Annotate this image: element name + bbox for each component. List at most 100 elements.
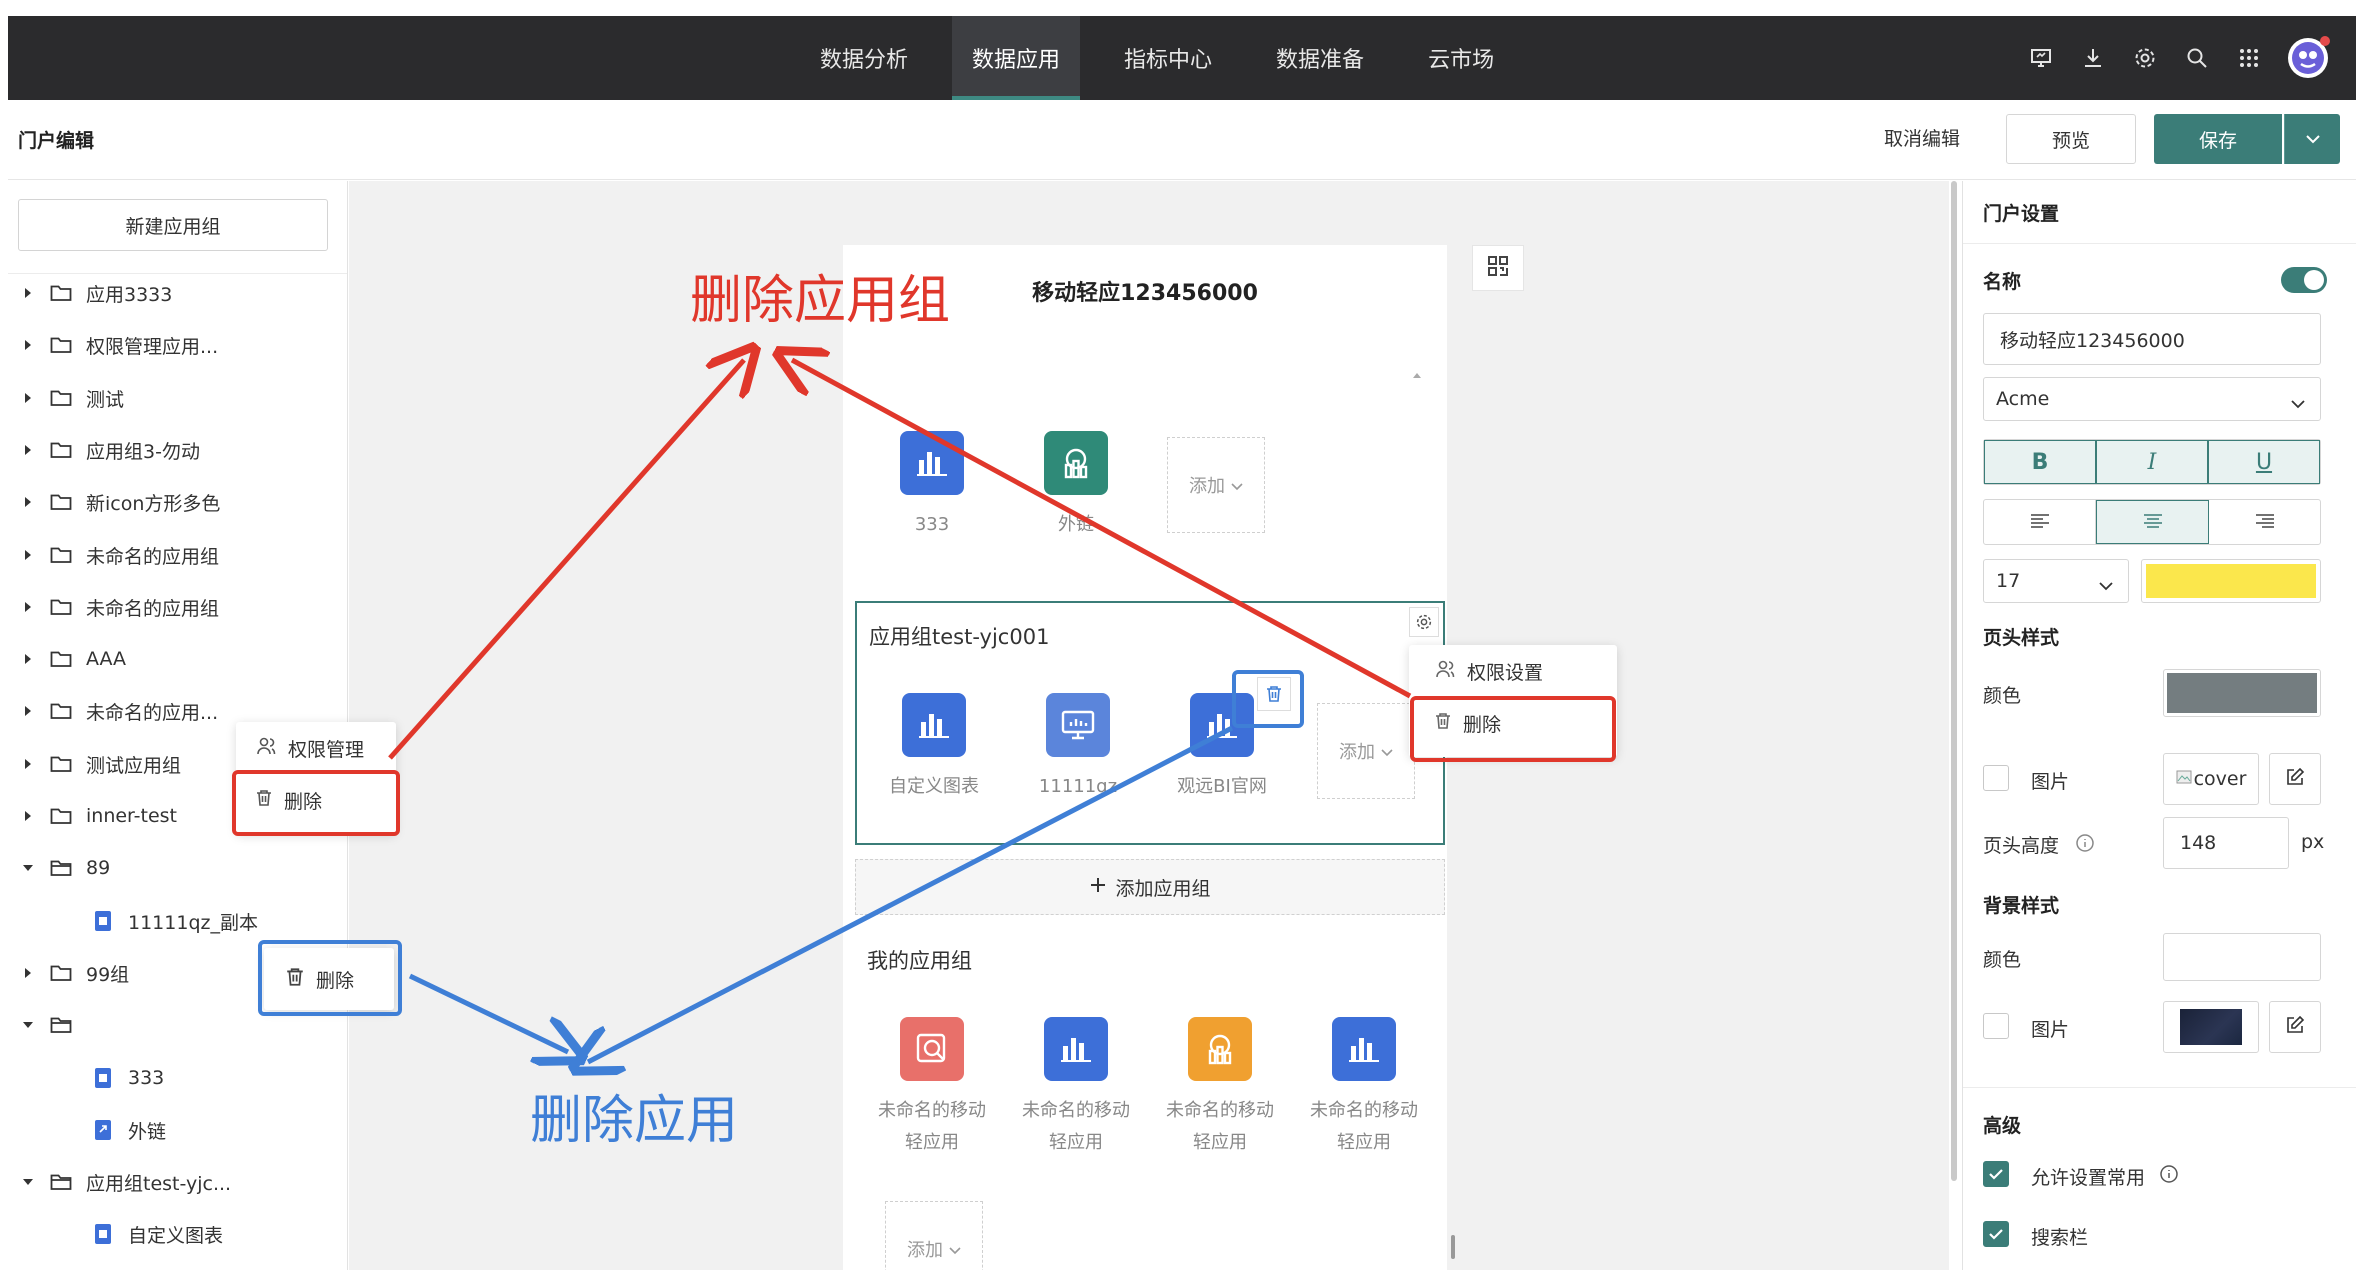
app-tile[interactable]: 外链 [1021, 431, 1131, 541]
tree-folder-item[interactable]: 未命名的应用组 [20, 587, 219, 627]
tree-app-item[interactable]: 外链 [94, 1110, 166, 1150]
tree-app-item[interactable]: 自定义图表 [94, 1214, 223, 1254]
tree-folder-item[interactable]: 99组 [20, 953, 129, 993]
tree-app-item[interactable]: 11111qz_副本 [94, 901, 258, 941]
app-tile[interactable]: 未命名的移动轻应用 [1165, 1017, 1275, 1159]
save-dropdown-button[interactable] [2284, 114, 2340, 164]
add-app-button[interactable]: 添加 [1167, 437, 1265, 533]
caret-right-icon[interactable] [20, 392, 36, 404]
font-size-select[interactable]: 17 [1983, 559, 2129, 603]
tree-folder-item[interactable]: 测试 [20, 378, 124, 418]
header-image-preview[interactable]: cover [2163, 753, 2259, 805]
tree-app-item[interactable]: 333 [94, 1058, 164, 1098]
nav-item-data-apps[interactable]: 数据应用 [952, 16, 1081, 100]
tree-folder-item[interactable]: 新icon方形多色 [20, 482, 220, 522]
app-tile[interactable]: 未命名的移动轻应用 [877, 1017, 987, 1159]
caret-down-icon[interactable] [20, 1020, 36, 1030]
bg-image-checkbox[interactable] [1983, 1013, 2009, 1039]
header-height-input[interactable]: 148 [2163, 817, 2289, 869]
caret-right-icon[interactable] [20, 758, 36, 770]
download-icon[interactable] [2080, 45, 2106, 71]
panel-scrollbar[interactable] [1951, 181, 1957, 1181]
caret-right-icon[interactable] [20, 705, 36, 717]
font-color-picker[interactable] [2141, 559, 2321, 603]
preview-button[interactable]: 预览 [2006, 114, 2136, 164]
edit-header-image-button[interactable] [2269, 753, 2321, 805]
collapse-caret-icon[interactable] [1411, 365, 1423, 384]
italic-button[interactable]: I [2096, 440, 2208, 484]
caret-right-icon[interactable] [20, 444, 36, 456]
qrcode-button[interactable] [1472, 245, 1524, 291]
folder-icon [50, 546, 72, 564]
permission-settings-item[interactable]: 权限设置 [1409, 645, 1617, 697]
app-tile[interactable]: 11111qz [1023, 693, 1133, 803]
tree-folder-item[interactable]: 应用3333 [20, 273, 172, 313]
bg-image-preview[interactable] [2163, 1001, 2259, 1053]
add-app-button[interactable]: 添加 [885, 1201, 983, 1270]
search-icon[interactable] [2184, 45, 2210, 71]
search-bar-label: 搜索栏 [2031, 1227, 2089, 1249]
align-right-button[interactable] [2209, 500, 2320, 544]
header-style-heading: 页头样式 [1983, 627, 2060, 649]
caret-right-icon[interactable] [20, 339, 36, 351]
canvas-scrollbar[interactable] [1451, 1235, 1455, 1259]
name-toggle[interactable] [2281, 267, 2327, 293]
app-tile[interactable]: 未命名的移动轻应用 [1309, 1017, 1419, 1159]
user-avatar[interactable] [2288, 36, 2330, 78]
header-color-picker[interactable] [2163, 669, 2321, 717]
align-left-button[interactable] [1984, 500, 2096, 544]
caret-down-icon[interactable] [20, 863, 36, 873]
tree-folder-item[interactable] [20, 1005, 86, 1045]
caret-right-icon[interactable] [20, 653, 36, 665]
permission-manage-item[interactable]: 权限管理 [236, 722, 396, 774]
tree-folder-item[interactable]: inner-test [20, 796, 177, 836]
caret-right-icon[interactable] [20, 496, 36, 508]
tree-folder-item[interactable]: 未命名的应用组 [20, 535, 219, 575]
underline-button[interactable]: U [2208, 440, 2320, 484]
nav-item-metrics-center[interactable]: 指标中心 [1104, 16, 1232, 100]
bg-color-picker[interactable] [2163, 933, 2321, 981]
cancel-edit-button[interactable]: 取消编辑 [1884, 124, 1960, 151]
tree-folder-item[interactable]: 权限管理应用... [20, 325, 218, 365]
tree-folder-item[interactable]: AAA [20, 639, 126, 679]
divider [1963, 243, 2356, 244]
tree-folder-item[interactable]: 未命名的应用... [20, 691, 218, 731]
nav-item-data-prep[interactable]: 数据准备 [1256, 16, 1384, 100]
font-select[interactable]: Acme [1983, 377, 2321, 421]
align-center-button[interactable] [2096, 500, 2209, 544]
screen-icon[interactable] [2028, 45, 2054, 71]
tree-folder-item[interactable]: 测试应用组 [20, 744, 181, 784]
app-tile[interactable]: 未命名的移动轻应用 [1021, 1017, 1131, 1159]
portal-name-input[interactable]: 移动轻应123456000 [1983, 313, 2321, 365]
apps-grid-icon[interactable] [2236, 45, 2262, 71]
tree-folder-item[interactable]: 应用组test-yjc... [20, 1162, 231, 1202]
gear-icon[interactable] [2132, 45, 2158, 71]
nav-item-cloud-market[interactable]: 云市场 [1408, 16, 1514, 100]
app-tile[interactable]: 自定义图表 [879, 693, 989, 803]
add-app-group-button[interactable]: 添加应用组 [855, 859, 1445, 915]
info-icon[interactable] [2075, 833, 2095, 857]
caret-right-icon[interactable] [20, 549, 36, 561]
edit-bg-image-button[interactable] [2269, 1001, 2321, 1053]
new-app-group-button[interactable]: 新建应用组 [18, 199, 328, 251]
app-group-card-2[interactable]: 应用组test-yjc001 自定义图表 11111qz 观远BI官网 添加 [855, 601, 1445, 845]
gear-icon[interactable] [1409, 607, 1439, 637]
save-button[interactable]: 保存 [2154, 114, 2282, 164]
info-icon[interactable] [2159, 1164, 2179, 1188]
tree-folder-item[interactable]: 应用组3-勿动 [20, 430, 200, 470]
caret-down-icon[interactable] [20, 1177, 36, 1187]
search-bar-checkbox[interactable] [1983, 1221, 2009, 1247]
caret-right-icon[interactable] [20, 287, 36, 299]
caret-right-icon[interactable] [20, 601, 36, 613]
app-tile[interactable]: 333 [877, 431, 987, 541]
tree-folder-item[interactable]: 89 [20, 848, 110, 888]
add-app-button[interactable]: 添加 [1317, 703, 1415, 799]
bold-button[interactable]: B [1984, 440, 2096, 484]
app-group-card-1[interactable]: 333 外链 添加 [855, 341, 1445, 585]
caret-right-icon[interactable] [20, 967, 36, 979]
my-app-group-card[interactable]: 我的应用组 未命名的移动轻应用 未命名的移动轻应用 未命名的移动轻应用 未命名的… [855, 927, 1445, 1270]
caret-right-icon[interactable] [20, 810, 36, 822]
allow-common-checkbox[interactable] [1983, 1161, 2009, 1187]
nav-item-data-analysis[interactable]: 数据分析 [800, 16, 928, 100]
header-image-checkbox[interactable] [1983, 765, 2009, 791]
